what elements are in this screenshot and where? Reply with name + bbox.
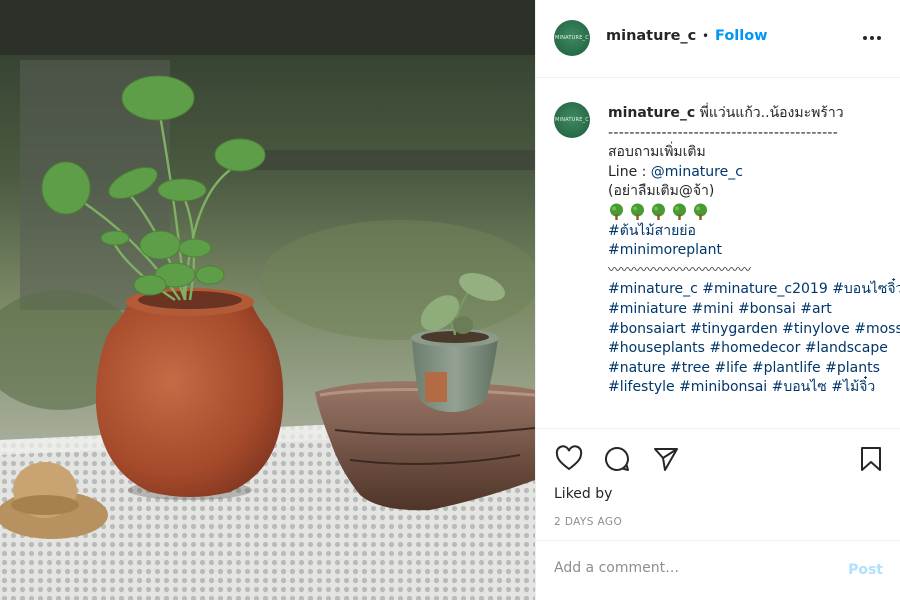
- hashtags-line[interactable]: #minature_c #minature_c2019 #บอนไซจิ๋ว: [608, 280, 900, 300]
- hashtags-line[interactable]: #miniature #mini #bonsai #art: [608, 300, 888, 320]
- tree-icon: [692, 203, 709, 221]
- caption-waves: 〰〰〰〰〰〰〰〰〰〰〰: [608, 262, 752, 278]
- comment-icon[interactable]: [603, 445, 631, 473]
- hashtags-line[interactable]: #nature #tree #life #plantlife #plants: [608, 359, 888, 379]
- separator-dot: •: [702, 29, 710, 43]
- more-dot: [863, 36, 867, 40]
- post-side-panel: MINATURE_C minature_c • Follow MINATURE_…: [535, 0, 900, 600]
- share-send-icon[interactable]: [652, 445, 680, 473]
- post-timestamp[interactable]: 2 DAYS AGO: [554, 516, 622, 528]
- caption-title: พี่แว่นแก้ว..น้องมะพร้าว: [699, 105, 844, 121]
- post-comment-button[interactable]: Post: [848, 562, 883, 578]
- tree-icon: [608, 203, 625, 221]
- avatar[interactable]: MINATURE_C: [554, 102, 590, 138]
- hashtags-line[interactable]: #bonsaiart #tinygarden #tinylove #moss: [608, 320, 900, 340]
- tree-icon: [650, 203, 667, 221]
- caption-ask: สอบถามเพิ่มเติม: [608, 144, 706, 161]
- action-bar: Liked by 2 DAYS AGO: [536, 428, 900, 540]
- caption-line-label: Line :: [608, 163, 651, 180]
- caption-note: (อย่าลืมเติม@จ้า): [608, 183, 715, 200]
- avatar[interactable]: MINATURE_C: [554, 20, 590, 56]
- caption-area: MINATURE_C minature_c พี่แว่นแก้ว..น้องม…: [536, 78, 900, 428]
- follow-button[interactable]: Follow: [715, 28, 768, 44]
- more-options-icon[interactable]: [863, 36, 881, 40]
- avatar-text: MINATURE_C: [555, 117, 589, 123]
- photo-illustration: [0, 0, 535, 600]
- username-link[interactable]: minature_c: [606, 28, 696, 44]
- comment-input[interactable]: [554, 560, 824, 576]
- caption-dashes: ----------------------------------------…: [608, 124, 839, 141]
- comment-box: Post: [536, 540, 900, 600]
- more-dot: [877, 36, 881, 40]
- post-header: MINATURE_C minature_c • Follow: [536, 0, 900, 78]
- avatar-text: MINATURE_C: [555, 35, 589, 41]
- post-photo[interactable]: [0, 0, 535, 600]
- caption-text: minature_c พี่แว่นแก้ว..น้องมะพร้าว ----…: [608, 104, 900, 398]
- tree-emoji-row: [608, 202, 888, 222]
- instagram-post: MINATURE_C minature_c • Follow MINATURE_…: [0, 0, 900, 600]
- hashtag-link[interactable]: #minimoreplant: [608, 241, 888, 261]
- more-dot: [870, 36, 874, 40]
- hashtags-line[interactable]: #houseplants #homedecor #landscape: [608, 339, 888, 359]
- tree-icon: [629, 203, 646, 221]
- save-bookmark-icon[interactable]: [857, 445, 885, 473]
- caption-username[interactable]: minature_c: [608, 105, 695, 121]
- hashtag-link[interactable]: #ต้นไม้สายย่อ: [608, 222, 888, 242]
- like-heart-icon[interactable]: [555, 445, 583, 473]
- tree-icon: [671, 203, 688, 221]
- hashtags-line[interactable]: #lifestyle #minibonsai #บอนไซ #ไม้จิ๋ว: [608, 378, 888, 398]
- line-handle-link[interactable]: @minature_c: [651, 164, 743, 180]
- liked-by-text: Liked by: [554, 486, 613, 502]
